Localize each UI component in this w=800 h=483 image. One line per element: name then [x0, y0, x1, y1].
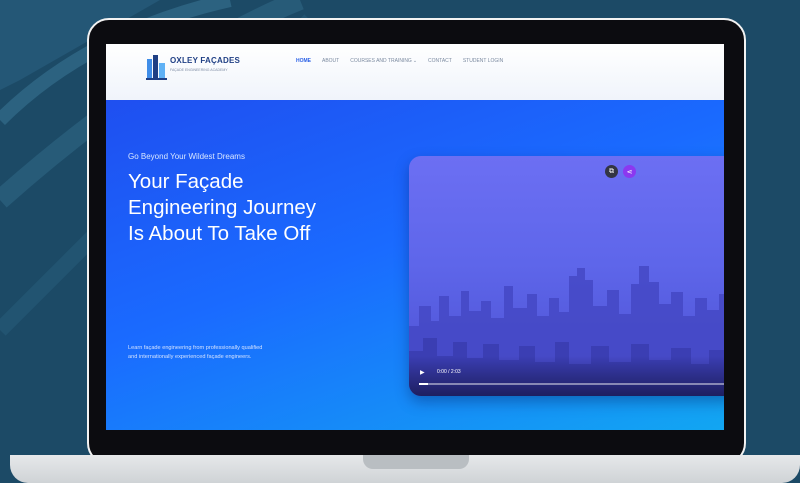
menu-item-home[interactable]: HOME — [296, 58, 311, 64]
building-logo-icon — [146, 55, 167, 80]
video-player[interactable]: ⧉ ⋖ ▶ 0:00 / 2:03 — [409, 156, 724, 396]
site-navbar: OXLEY FAÇADES FAÇADE ENGINEERING ACADEMY… — [106, 44, 724, 100]
chevron-down-icon: ⌄ — [412, 58, 418, 64]
hero-headline: Your Façade Engineering Journey Is About… — [128, 169, 398, 247]
menu-item-contact[interactable]: CONTACT — [428, 58, 452, 64]
share-icon[interactable]: ⋖ — [623, 165, 636, 178]
headline-line: Your Façade — [128, 170, 244, 193]
play-icon[interactable]: ▶ — [420, 369, 425, 376]
laptop-notch — [363, 455, 469, 469]
copy-icon[interactable]: ⧉ — [605, 165, 618, 178]
video-controls: ▶ 0:00 / 2:03 — [409, 356, 724, 396]
menu-item-courses-label: COURSES AND TRAINING — [350, 58, 412, 64]
brand-logo[interactable]: OXLEY FAÇADES FAÇADE ENGINEERING ACADEMY — [146, 51, 266, 85]
hero-tagline: Go Beyond Your Wildest Dreams — [128, 152, 245, 161]
video-progress-bar[interactable] — [419, 383, 724, 385]
menu-item-about[interactable]: ABOUT — [322, 58, 339, 64]
hero-subtext: Learn façade engineering from profession… — [128, 344, 408, 362]
brand-tagline: FAÇADE ENGINEERING ACADEMY — [170, 68, 228, 72]
menu-item-courses[interactable]: COURSES AND TRAINING⌄ — [350, 58, 417, 64]
menu-item-student-login[interactable]: STUDENT LOGIN — [463, 58, 503, 64]
website-screen: OXLEY FAÇADES FAÇADE ENGINEERING ACADEMY… — [106, 44, 724, 430]
brand-name: OXLEY FAÇADES — [170, 56, 241, 65]
headline-line: Engineering Journey — [128, 196, 317, 219]
subtext-line: Learn façade engineering from profession… — [128, 345, 263, 351]
subtext-line: and internationally experienced façade e… — [128, 354, 252, 360]
video-progress-fill — [419, 383, 429, 385]
headline-line: Is About To Take Off — [128, 222, 311, 245]
video-time: 0:00 / 2:03 — [437, 369, 461, 375]
main-menu: HOME ABOUT COURSES AND TRAINING⌄ CONTACT… — [296, 58, 503, 64]
